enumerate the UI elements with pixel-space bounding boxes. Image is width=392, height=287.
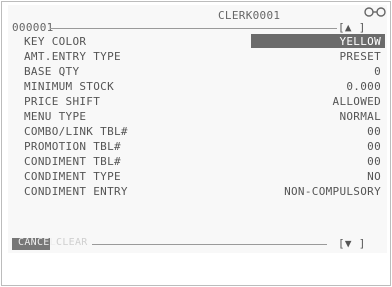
setting-label: MINIMUM STOCK [24,80,114,93]
setting-row-price-shift[interactable]: PRICE SHIFT ALLOWED [8,95,387,110]
setting-value: 00 [367,125,381,138]
setting-value: 0 [374,65,381,78]
settings-list: KEY COLOR YELLOW AMT.ENTRY TYPE PRESET B… [8,34,387,200]
cancel-button-label: CANCEL [18,237,56,248]
setting-value: 00 [367,155,381,168]
scroll-up-indicator[interactable]: [▲ ] [338,21,366,34]
setting-row-condiment-entry[interactable]: CONDIMENT ENTRY NON-COMPULSORY [8,185,387,200]
setting-row-condiment-tbl[interactable]: CONDIMENT TBL# 00 [8,155,387,170]
setting-value: PRESET [339,50,381,63]
setting-value: YELLOW [339,35,381,48]
setting-label: CONDIMENT TBL# [24,155,121,168]
setting-row-menu-type[interactable]: MENU TYPE NORMAL [8,110,387,125]
status-bar: CLERK0001 [8,5,387,22]
glasses-icon [364,7,386,17]
cancel-button[interactable]: CANCEL [12,237,56,250]
setting-row-base-qty[interactable]: BASE QTY 0 [8,65,387,80]
setting-value: ALLOWED [332,95,381,108]
setting-row-combo-link-tbl[interactable]: COMBO/LINK TBL# 00 [8,125,387,140]
setting-value: NO [367,170,381,183]
function-key-bar: CANCEL CLEAR [▼ ] [8,237,387,252]
setting-row-promotion-tbl[interactable]: PROMOTION TBL# 00 [8,140,387,155]
setting-row-amt-entry-type[interactable]: AMT.ENTRY TYPE PRESET [8,50,387,65]
setting-value: 0.000 [346,80,381,93]
record-code: 000001 [12,21,54,34]
setting-label: AMT.ENTRY TYPE [24,50,121,63]
setting-value: 00 [367,140,381,153]
display-frame: CLERK0001 000001 [▲ ] KEY COLOR YELLOW A… [1,1,391,286]
setting-value: NON-COMPULSORY [284,185,381,198]
setting-label: CONDIMENT ENTRY [24,185,128,198]
setting-label: MENU TYPE [24,110,87,123]
setting-row-minimum-stock[interactable]: MINIMUM STOCK 0.000 [8,80,387,95]
setting-row-key-color[interactable]: KEY COLOR YELLOW [8,34,387,50]
footer-divider [92,244,327,245]
setting-label: COMBO/LINK TBL# [24,125,128,138]
setting-label: KEY COLOR [24,35,87,48]
setting-label: BASE QTY [24,65,80,78]
setting-row-condiment-type[interactable]: CONDIMENT TYPE NO [8,170,387,185]
header-divider [50,28,337,29]
setting-value: NORMAL [339,110,381,123]
clear-button[interactable]: CLEAR [56,237,88,248]
setting-label: CONDIMENT TYPE [24,170,121,183]
record-header: 000001 [▲ ] [8,21,387,35]
setting-label: PROMOTION TBL# [24,140,121,153]
scroll-down-indicator[interactable]: [▼ ] [338,237,366,250]
pos-screen: CLERK0001 000001 [▲ ] KEY COLOR YELLOW A… [8,5,387,253]
setting-label: PRICE SHIFT [24,95,101,108]
